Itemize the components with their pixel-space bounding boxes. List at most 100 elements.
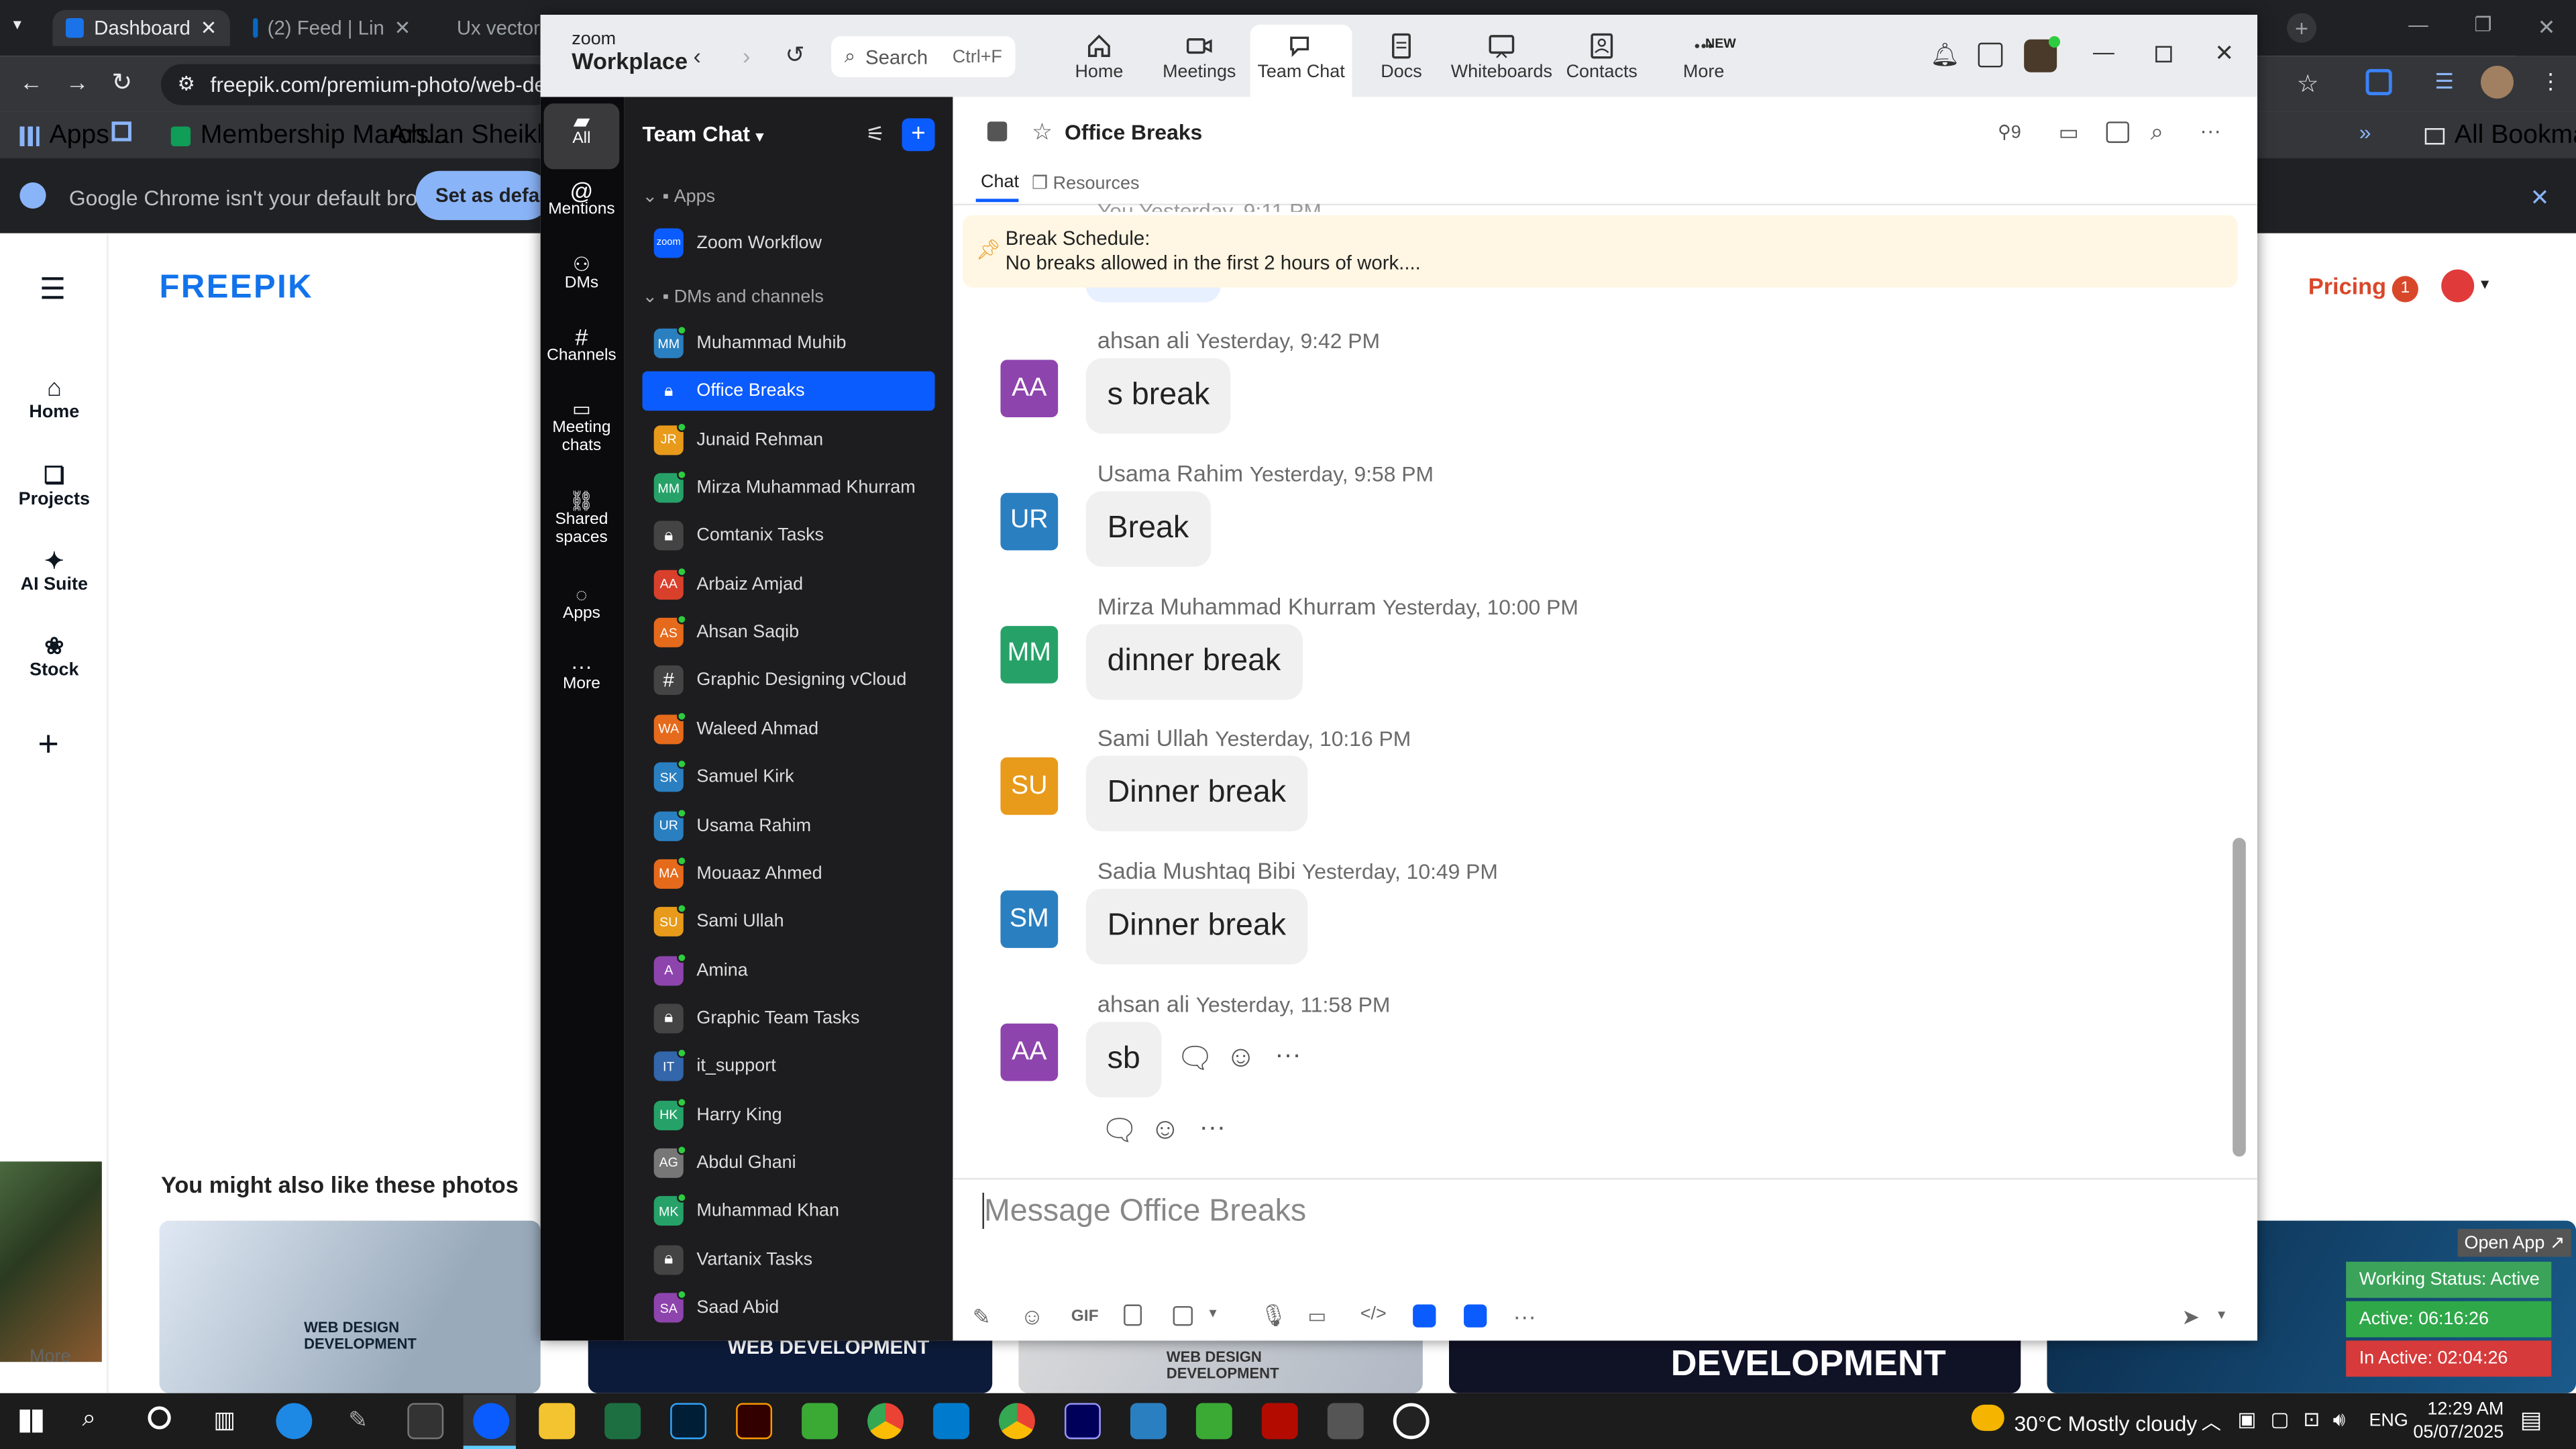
sender-name[interactable]: Sami Ullah: [1097, 725, 1209, 751]
message-input[interactable]: Message Office Breaks: [984, 1194, 1306, 1230]
freepik-nav-home[interactable]: ⌂ Home: [0, 374, 109, 422]
zoom-nav-more[interactable]: More: [1653, 19, 1755, 92]
acrobat-icon[interactable]: [1261, 1403, 1298, 1440]
sender-avatar[interactable]: SU: [1000, 757, 1059, 816]
app-green-icon[interactable]: [802, 1403, 838, 1440]
microphone-icon[interactable]: 🎙︎: [1260, 1303, 1287, 1329]
contact-list-item[interactable]: A Amina: [643, 951, 935, 990]
weather-text[interactable]: 30°C Mostly cloudy: [2014, 1411, 2197, 1436]
gif-button[interactable]: GIF: [1071, 1307, 1099, 1326]
freepik-menu-icon[interactable]: ☰: [40, 273, 66, 307]
contact-list-item[interactable]: SU Sami Ullah: [643, 902, 935, 942]
contact-list-item[interactable]: 🔒︎ Graphic Team Tasks: [643, 999, 935, 1038]
cortana-icon[interactable]: [148, 1406, 171, 1430]
schedule-icon[interactable]: [2106, 121, 2129, 144]
extensions-icon[interactable]: [2365, 68, 2392, 96]
user-avatar[interactable]: [2441, 269, 2475, 303]
vscode-icon[interactable]: [933, 1403, 969, 1440]
thread-more-icon[interactable]: ···: [1199, 1114, 1226, 1143]
new-tab-icon[interactable]: +: [2287, 13, 2317, 43]
back-arrow-icon[interactable]: ‹: [693, 43, 700, 69]
contact-list-item[interactable]: 🔒︎ Office Breaks: [642, 372, 935, 412]
bookmark-apps[interactable]: Apps: [19, 121, 109, 151]
zoom-nav-docs[interactable]: Docs: [1350, 19, 1452, 92]
tab-groups-icon[interactable]: [111, 121, 131, 142]
freepik-nav-stock[interactable]: ❀ Stock: [0, 633, 109, 680]
history-icon[interactable]: ↺: [786, 41, 805, 69]
app-icon[interactable]: [1464, 1304, 1487, 1328]
app-icon[interactable]: [1413, 1304, 1436, 1328]
composer-more-icon[interactable]: ···: [1513, 1303, 1536, 1329]
zoom-close-icon[interactable]: ✕: [2214, 40, 2234, 68]
contact-list-item[interactable]: SK Samuel Kirk: [643, 757, 935, 797]
message-bubble[interactable]: Break: [1085, 490, 1211, 567]
rail-meeting-chats[interactable]: ▭ Meeting chats: [544, 399, 620, 455]
star-icon[interactable]: ☆: [1032, 118, 1053, 146]
message-bubble[interactable]: Dinner break: [1085, 889, 1307, 965]
zoom-taskbar-icon[interactable]: [473, 1403, 510, 1440]
section-apps[interactable]: ⌄ ▪ Apps: [643, 186, 716, 207]
rail-dms[interactable]: ⚇ DMs: [544, 255, 620, 292]
sender-avatar[interactable]: AA: [1000, 360, 1059, 418]
contact-list-item[interactable]: AG Abdul Ghani: [643, 1143, 935, 1183]
chrome-menu-icon[interactable]: ⋮: [2540, 69, 2561, 95]
chat-scrollbar[interactable]: [2233, 837, 2246, 1157]
emoji-icon[interactable]: ☺: [1020, 1303, 1044, 1329]
send-options-icon[interactable]: ▾: [2218, 1306, 2225, 1324]
file-explorer-icon[interactable]: [539, 1403, 576, 1440]
notification-center-icon[interactable]: ▤: [2520, 1406, 2542, 1434]
team-chat-title[interactable]: Team Chat ▾: [643, 121, 763, 146]
search-icon[interactable]: ⌕: [82, 1405, 96, 1433]
message-bubble[interactable]: dinner break: [1085, 623, 1303, 700]
close-window-icon[interactable]: ✕: [2516, 0, 2576, 56]
contact-list-item[interactable]: SA Saad Abid: [643, 1288, 935, 1328]
zoom-nav-home[interactable]: Home: [1048, 19, 1150, 92]
chevron-down-icon[interactable]: ▾: [2481, 276, 2489, 294]
rail-channels[interactable]: # Channels: [544, 325, 620, 365]
network-icon[interactable]: ⊡: [2303, 1408, 2320, 1431]
notification-badge[interactable]: 1: [2392, 276, 2418, 303]
sender-name[interactable]: ahsan ali: [1097, 327, 1189, 353]
zoom-search-input[interactable]: ⌕ Search Ctrl+F: [831, 36, 1016, 78]
freepik-add-icon[interactable]: +: [38, 723, 58, 766]
pen-icon[interactable]: ✎: [348, 1406, 368, 1434]
tab-dashboard[interactable]: Dashboard ✕: [52, 9, 230, 46]
excel-icon[interactable]: [604, 1403, 641, 1440]
add-reaction-icon[interactable]: ☺: [1150, 1112, 1180, 1146]
task-view-icon[interactable]: ▥: [213, 1406, 235, 1434]
section-dms-channels[interactable]: ⌄ ▪ DMs and channels: [643, 286, 824, 307]
tray-chevron-icon[interactable]: ︿: [2202, 1408, 2221, 1436]
chat-message[interactable]: SM Sadia Mushtaq Bibi Yesterday, 10:49 PM…: [1000, 858, 2150, 976]
new-chat-button[interactable]: +: [902, 118, 935, 152]
rail-apps[interactable]: ◌ Apps: [544, 585, 620, 623]
freepik-nav-projects[interactable]: ❏ Projects: [0, 462, 109, 509]
zoom-minimize-icon[interactable]: —: [2093, 40, 2114, 64]
contact-list-item[interactable]: MK Muhammad Khan: [643, 1191, 935, 1231]
contact-list-item[interactable]: MM Mirza Muhammad Khurram: [643, 468, 935, 508]
search-chat-icon[interactable]: ⌕: [2151, 118, 2163, 146]
zoom-nav-team-chat[interactable]: Team Chat: [1250, 24, 1352, 97]
tab-chat[interactable]: Chat: [981, 172, 1019, 192]
forward-arrow-icon[interactable]: ›: [743, 43, 750, 69]
message-more-icon[interactable]: ···: [1275, 1042, 1301, 1071]
media-controls-icon[interactable]: ☰: [2434, 69, 2454, 95]
app-blue-icon[interactable]: [1130, 1403, 1167, 1440]
meet-now-icon[interactable]: ▣: [2238, 1408, 2257, 1431]
contact-list-item[interactable]: HK Harry King: [643, 1095, 935, 1134]
related-thumb[interactable]: WEB DESIGN DEVELOPMENT: [159, 1220, 541, 1393]
contact-list-item[interactable]: IT it_support: [643, 1047, 935, 1087]
premiere-icon[interactable]: [1064, 1403, 1101, 1440]
chat-message[interactable]: AA ahsan ali Yesterday, 11:58 PM sb: [1000, 991, 2150, 1109]
format-icon[interactable]: ✎: [973, 1305, 991, 1331]
sender-name[interactable]: Mirza Muhammad Khurram: [1097, 592, 1376, 619]
tab-ux-vector[interactable]: Ux vector: [434, 10, 549, 46]
rail-more[interactable]: ··· More: [544, 655, 620, 693]
freepik-nav-ai-suite[interactable]: ✦ AI Suite: [0, 547, 109, 595]
freepik-logo[interactable]: FREEPIK: [160, 270, 313, 307]
sender-avatar[interactable]: UR: [1000, 492, 1059, 550]
sender-name[interactable]: Usama Rahim: [1097, 460, 1243, 486]
more-options-icon[interactable]: ···: [2200, 118, 2221, 143]
chat-message[interactable]: MM Mirza Muhammad Khurram Yesterday, 10:0…: [1000, 592, 2150, 710]
calendar-icon[interactable]: [1978, 42, 2003, 68]
members-button[interactable]: ⚲9: [1998, 121, 2021, 143]
